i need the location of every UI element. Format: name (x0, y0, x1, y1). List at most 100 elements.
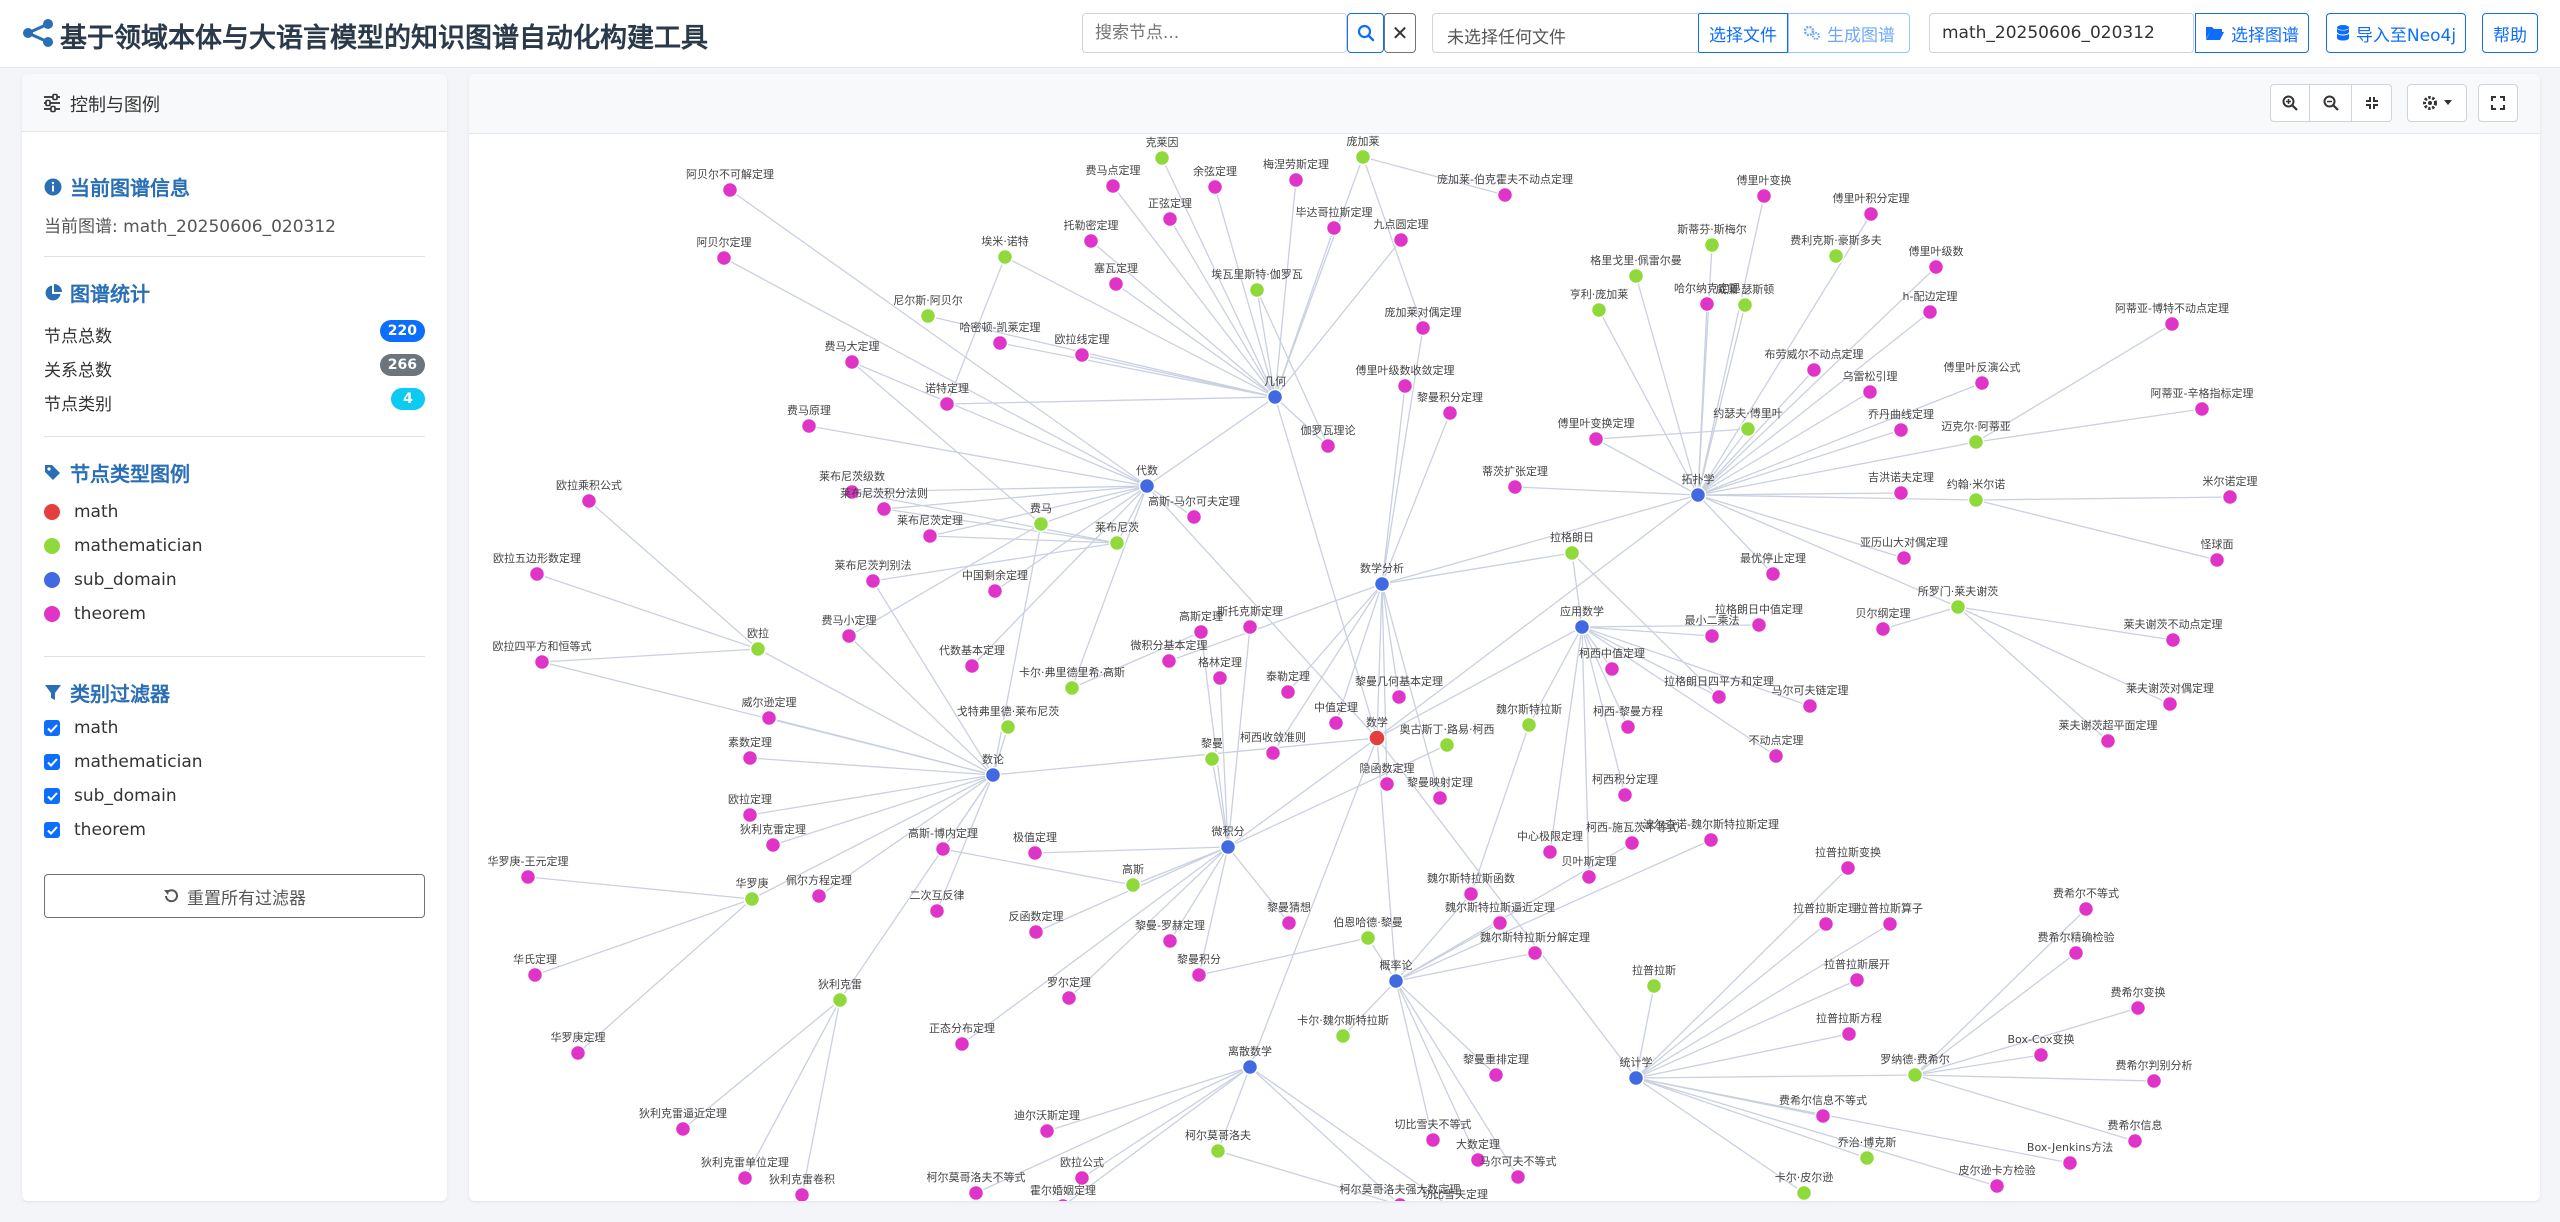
graph-node[interactable]: 卡尔·弗里德里希·高斯 (1019, 665, 1125, 697)
select-graph-button[interactable]: 选择图谱 (2195, 13, 2309, 53)
graph-node[interactable]: 米尔诺定理 (2203, 474, 2258, 506)
choose-file-button[interactable]: 选择文件 (1698, 13, 1788, 53)
graph-node[interactable]: 黎曼积分 (1177, 952, 1221, 984)
node-circle[interactable] (749, 640, 767, 658)
graph-node[interactable]: 傅里叶变换定理 (1558, 416, 1635, 448)
graph-node[interactable]: 戈特弗里德·莱布尼茨 (957, 704, 1060, 736)
graph-node[interactable]: 极值定理 (1013, 830, 1057, 862)
node-circle[interactable] (2061, 1154, 2079, 1172)
node-circle[interactable] (1827, 247, 1845, 265)
node-circle[interactable] (1334, 1027, 1352, 1045)
node-circle[interactable] (1124, 876, 1142, 894)
node-circle[interactable] (1107, 275, 1125, 293)
node-circle[interactable] (533, 653, 551, 671)
node-circle[interactable] (1325, 219, 1343, 237)
node-circle[interactable] (1861, 383, 1879, 401)
node-circle[interactable] (519, 868, 537, 886)
node-circle[interactable] (1026, 844, 1044, 862)
node-circle[interactable] (1580, 868, 1598, 886)
node-circle[interactable] (1509, 1168, 1527, 1186)
node-circle[interactable] (1927, 258, 1945, 276)
node-circle[interactable] (1801, 697, 1819, 715)
graph-node[interactable]: 傅里叶反演公式 (1944, 360, 2021, 392)
graph-node[interactable]: 费希尔变换 (2111, 985, 2166, 1017)
node-circle[interactable] (1767, 747, 1785, 765)
node-circle[interactable] (1373, 575, 1391, 593)
graph-node[interactable]: 柯西中值定理 (1579, 646, 1645, 678)
graph-node[interactable]: 欧拉乘积公式 (556, 478, 622, 510)
filter-mathematician[interactable]: mathematician (44, 750, 203, 774)
node-circle[interactable] (991, 334, 1009, 352)
node-circle[interactable] (967, 1184, 985, 1201)
graph-node[interactable]: 概率论 (1380, 958, 1413, 990)
node-circle[interactable] (580, 492, 598, 510)
node-circle[interactable] (2032, 1046, 2050, 1064)
graph-node[interactable]: 切比雪夫定理 (1422, 1187, 1488, 1201)
graph-node[interactable]: 黎曼积分定理 (1417, 390, 1483, 422)
graph-node[interactable]: 拉普拉斯定理 (1793, 901, 1859, 933)
graph-node[interactable]: 贝尔纲定理 (1856, 606, 1911, 638)
graph-node[interactable]: 拉格朗日四平方和定理 (1664, 674, 1774, 706)
node-circle[interactable] (1424, 1131, 1442, 1149)
node-circle[interactable] (1506, 478, 1524, 496)
node-circle[interactable] (1211, 669, 1229, 687)
node-circle[interactable] (999, 718, 1017, 736)
node-circle[interactable] (1541, 843, 1559, 861)
graph-node[interactable]: 微积分基本定理 (1131, 638, 1208, 670)
node-circle[interactable] (1138, 477, 1156, 495)
graph-node[interactable]: 费希尔信息 (2108, 1118, 2163, 1150)
node-circle[interactable] (2221, 488, 2239, 506)
node-circle[interactable] (1387, 972, 1405, 990)
graph-node[interactable]: 离散数学 (1228, 1044, 1272, 1076)
node-circle[interactable] (764, 836, 782, 854)
node-circle[interactable] (934, 840, 952, 858)
graph-node[interactable]: 马尔可夫不等式 (1480, 1154, 1557, 1186)
node-circle[interactable] (1241, 618, 1259, 636)
node-circle[interactable] (2077, 900, 2095, 918)
graph-node[interactable]: 亨利·庞加莱 (1570, 287, 1629, 319)
graph-node[interactable]: 素数定理 (728, 735, 772, 767)
node-circle[interactable] (2067, 944, 2085, 962)
graph-node[interactable]: 费希尔不等式 (2053, 886, 2119, 918)
node-circle[interactable] (1619, 718, 1637, 736)
node-circle[interactable] (1153, 149, 1171, 167)
graph-node[interactable]: Box-Jenkins方法 (2027, 1140, 2113, 1172)
node-circle[interactable] (1390, 688, 1408, 706)
graph-node[interactable]: 托勒密定理 (1064, 218, 1119, 250)
node-circle[interactable] (1496, 186, 1514, 204)
graph-node[interactable]: 欧拉四平方和恒等式 (493, 639, 592, 671)
graph-node[interactable]: 反函数定理 (1009, 909, 1064, 941)
graph-node[interactable]: 莱夫谢茨对偶定理 (2126, 681, 2214, 713)
node-circle[interactable] (1921, 303, 1939, 321)
node-circle[interactable] (986, 582, 1004, 600)
filter-sub-domain[interactable]: sub_domain (44, 784, 177, 808)
graph-node[interactable]: 华罗庚 (736, 876, 769, 908)
graph-node[interactable]: 高斯-马尔可夫定理 (1148, 494, 1240, 526)
graph-node[interactable]: 费马小定理 (822, 613, 877, 645)
graph-node[interactable]: 庞加莱-伯克霍夫不动点定理 (1437, 172, 1573, 204)
filter-math[interactable]: math (44, 716, 118, 740)
node-circle[interactable] (1967, 433, 1985, 451)
node-circle[interactable] (1392, 1196, 1408, 1202)
node-circle[interactable] (1710, 688, 1728, 706)
node-circle[interactable] (1392, 231, 1410, 249)
graph-node[interactable]: 不动点定理 (1749, 733, 1804, 765)
graph-node[interactable]: 所罗门·莱夫谢茨 (1918, 584, 1999, 616)
node-circle[interactable] (1627, 1069, 1645, 1087)
graph-node[interactable]: 拉普拉斯 (1632, 963, 1676, 995)
graph-node[interactable]: 最小二乘法 (1685, 613, 1740, 645)
graph-node[interactable]: 高斯 (1122, 862, 1144, 894)
graph-node[interactable]: 亚历山大对偶定理 (1860, 535, 1948, 567)
node-circle[interactable] (674, 1120, 692, 1138)
graph-node[interactable]: 代数基本定理 (939, 643, 1005, 675)
graph-node[interactable]: 狄利克雷卷积 (769, 1172, 835, 1201)
graph-node[interactable]: 黎曼重排定理 (1463, 1052, 1529, 1084)
graph-node[interactable]: 克莱因 (1146, 136, 1179, 167)
node-circle[interactable] (1161, 210, 1179, 228)
node-circle[interactable] (810, 887, 828, 905)
graph-node[interactable]: 柯尔莫哥洛夫 (1185, 1128, 1251, 1160)
node-circle[interactable] (1209, 1142, 1227, 1160)
node-circle[interactable] (1082, 232, 1100, 250)
node-circle[interactable] (721, 181, 739, 199)
graph-node[interactable]: 塞瓦定理 (1094, 261, 1138, 293)
